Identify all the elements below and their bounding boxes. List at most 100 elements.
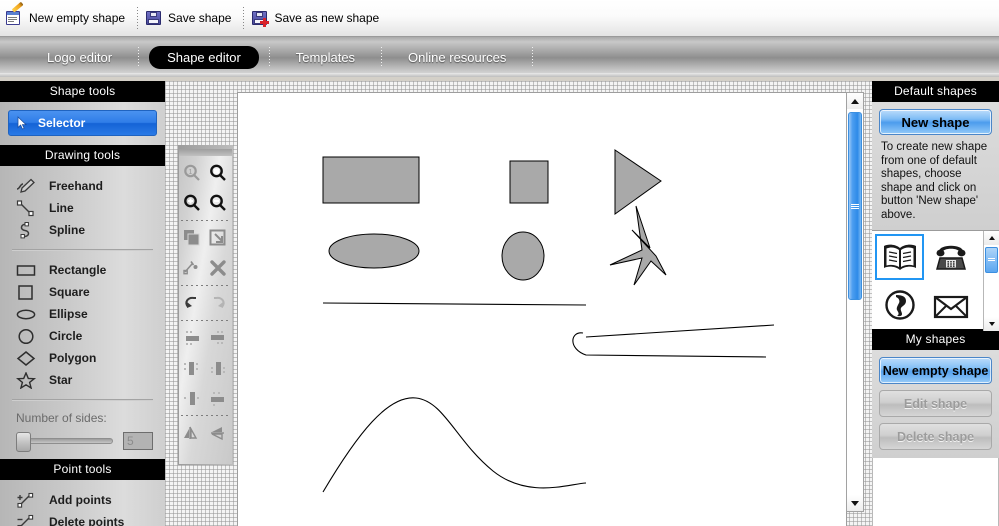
tab-logo-editor[interactable]: Logo editor: [31, 46, 128, 69]
zoom-actual-size-icon[interactable]: 1: [179, 158, 205, 188]
rectangle-label: Rectangle: [49, 263, 107, 277]
tool-delete-points[interactable]: Delete points: [0, 511, 165, 526]
tool-rectangle[interactable]: Rectangle: [0, 259, 165, 281]
floppy-save-icon: [146, 10, 162, 26]
number-of-sides-input[interactable]: 5: [123, 432, 153, 450]
flip-vertical-icon[interactable]: [205, 418, 231, 448]
tool-line[interactable]: Line: [0, 197, 165, 219]
default-shapes-grid-wrap: [872, 230, 999, 331]
zoom-fit-icon[interactable]: [205, 158, 231, 188]
star-label: Star: [49, 373, 73, 387]
align-right-icon[interactable]: [205, 353, 231, 383]
slider-thumb[interactable]: [16, 432, 31, 452]
edit-shape-button: Edit shape: [879, 390, 992, 417]
line-icon: [16, 199, 38, 217]
drawing-canvas[interactable]: [237, 92, 864, 526]
tool-circle[interactable]: Circle: [0, 325, 165, 347]
undo-icon[interactable]: [179, 288, 205, 318]
toolbar-separator: [137, 7, 139, 29]
flip-horizontal-icon[interactable]: [179, 418, 205, 448]
default-shapes-scrollbar[interactable]: [983, 231, 999, 331]
line-label: Line: [49, 201, 74, 215]
scroll-up-button[interactable]: [847, 93, 863, 109]
selector-label: Selector: [38, 116, 86, 130]
vertical-scroll-thumb[interactable]: [848, 112, 862, 300]
square-icon: [16, 284, 38, 301]
default-shape-phone-handset[interactable]: [875, 282, 924, 328]
tab-online-resources[interactable]: Online resources: [392, 46, 522, 69]
add-points-label: Add points: [49, 493, 112, 507]
default-shape-envelope[interactable]: [926, 282, 975, 328]
duplicate-icon[interactable]: [179, 223, 205, 253]
toolbar-drag-handle[interactable]: [179, 149, 232, 156]
point-tools-header: Point tools: [0, 459, 165, 480]
scroll-grip-icon: [988, 258, 995, 262]
shapes-scroll-down-button[interactable]: [984, 317, 999, 331]
my-shapes-body: New empty shape Edit shape Delete shape: [872, 350, 999, 458]
align-top-icon[interactable]: [179, 323, 205, 353]
zoom-out-icon[interactable]: [205, 188, 231, 218]
align-center-vertical-icon[interactable]: [205, 383, 231, 413]
default-shape-open-book[interactable]: [875, 234, 924, 280]
ellipse-label: Ellipse: [49, 307, 88, 321]
new-empty-shape-button-panel[interactable]: New empty shape: [879, 357, 992, 384]
delete-shape-button: Delete shape: [879, 423, 992, 450]
default-shape-telephone[interactable]: [926, 234, 975, 280]
chevron-up-icon: [988, 236, 995, 240]
tab-templates[interactable]: Templates: [280, 46, 371, 69]
my-shapes-list[interactable]: [872, 458, 999, 526]
canvas-rectangle: [322, 156, 420, 204]
new-empty-shape-label: New empty shape: [29, 11, 126, 25]
canvas-circle: [501, 231, 545, 281]
tab-shape-editor[interactable]: Shape editor: [149, 45, 259, 69]
rectangle-icon: [16, 262, 38, 279]
align-left-icon[interactable]: [179, 353, 205, 383]
default-shapes-description: To create new shape from one of default …: [881, 141, 988, 221]
canvas-shapes: [322, 149, 775, 493]
delete-points-label: Delete points: [49, 515, 125, 526]
svg-text:1: 1: [189, 169, 193, 176]
shapes-scroll-thumb[interactable]: [985, 247, 998, 273]
number-of-sides-slider[interactable]: [16, 432, 113, 452]
canvas-square: [509, 160, 549, 204]
default-shapes-body: New shape To create new shape from one o…: [872, 102, 999, 230]
add-points-icon: [16, 492, 38, 509]
default-shapes-grid: [872, 231, 977, 329]
redo-icon[interactable]: [205, 288, 231, 318]
spline-label: Spline: [49, 223, 86, 237]
circle-label: Circle: [49, 329, 83, 343]
tool-selector[interactable]: Selector: [8, 110, 157, 136]
canvas-star: [609, 205, 667, 286]
new-empty-shape-button[interactable]: New empty shape: [0, 1, 135, 33]
tools-divider: [12, 249, 153, 251]
shapes-scroll-up-button[interactable]: [984, 231, 999, 245]
number-of-sides-group: Number of sides: 5: [0, 409, 165, 452]
new-shape-button[interactable]: New shape: [879, 109, 992, 135]
import-icon[interactable]: [205, 223, 231, 253]
toolbar-separator: [243, 7, 245, 29]
scroll-down-button[interactable]: [847, 495, 863, 511]
nav-separator: [268, 47, 270, 67]
tool-square[interactable]: Square: [0, 281, 165, 303]
tool-polygon[interactable]: Polygon: [0, 347, 165, 369]
canvas-line: [322, 302, 587, 306]
save-as-new-shape-button[interactable]: Save as new shape: [246, 3, 389, 33]
tool-add-points[interactable]: Add points: [0, 489, 165, 511]
split-path-icon[interactable]: [179, 253, 205, 283]
delete-icon[interactable]: [205, 253, 231, 283]
tool-freehand[interactable]: Freehand: [0, 175, 165, 197]
tool-ellipse[interactable]: Ellipse: [0, 303, 165, 325]
canvas-area[interactable]: [165, 81, 872, 526]
scroll-grip-icon: [851, 203, 859, 209]
spline-icon: [16, 221, 38, 239]
canvas-vertical-scrollbar[interactable]: [846, 92, 864, 512]
zoom-in-icon[interactable]: [179, 188, 205, 218]
cursor-arrow-icon: [17, 116, 28, 130]
align-bottom-icon[interactable]: [205, 323, 231, 353]
polygon-label: Polygon: [49, 351, 97, 365]
save-shape-button[interactable]: Save shape: [140, 3, 241, 33]
tool-star[interactable]: Star: [0, 369, 165, 391]
tool-spline[interactable]: Spline: [0, 219, 165, 241]
align-center-horizontal-icon[interactable]: [179, 383, 205, 413]
left-sidebar: Shape tools Selector Drawing tools Freeh…: [0, 81, 165, 526]
